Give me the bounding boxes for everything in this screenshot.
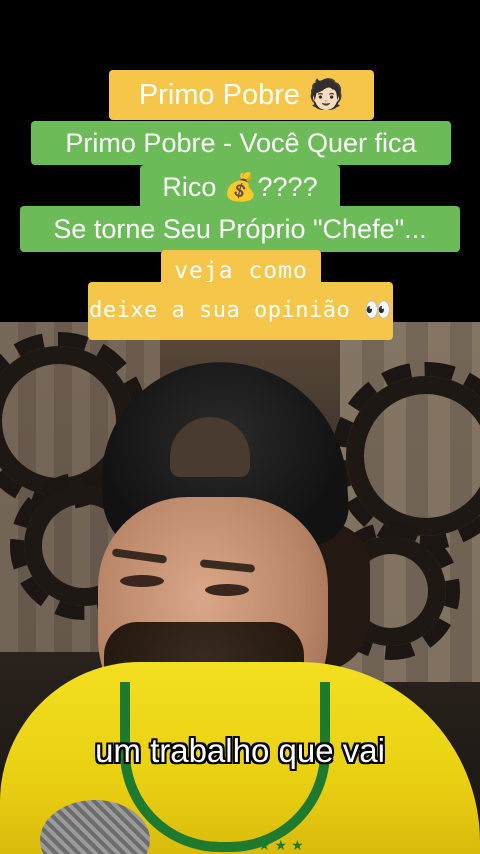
title-label: Primo Pobre 🧑🏻 [109,70,374,120]
shirt-stars: ★★★ [258,837,308,853]
video-frame[interactable]: ★★★ [0,322,480,854]
video-subtitle: um trabalho que vai [95,732,385,769]
overlay-line-4: Se torne Seu Próprio "Chefe"... [20,206,460,252]
person: ★★★ [0,322,480,854]
overlay-line-2: Primo Pobre - Você Quer fica [31,121,451,165]
right-eye [205,584,249,596]
left-eye [120,575,164,587]
overlay-line-6: deixe a sua opinião 👀 [88,282,393,340]
overlay-line-3: Rico 💰???? [140,165,340,209]
